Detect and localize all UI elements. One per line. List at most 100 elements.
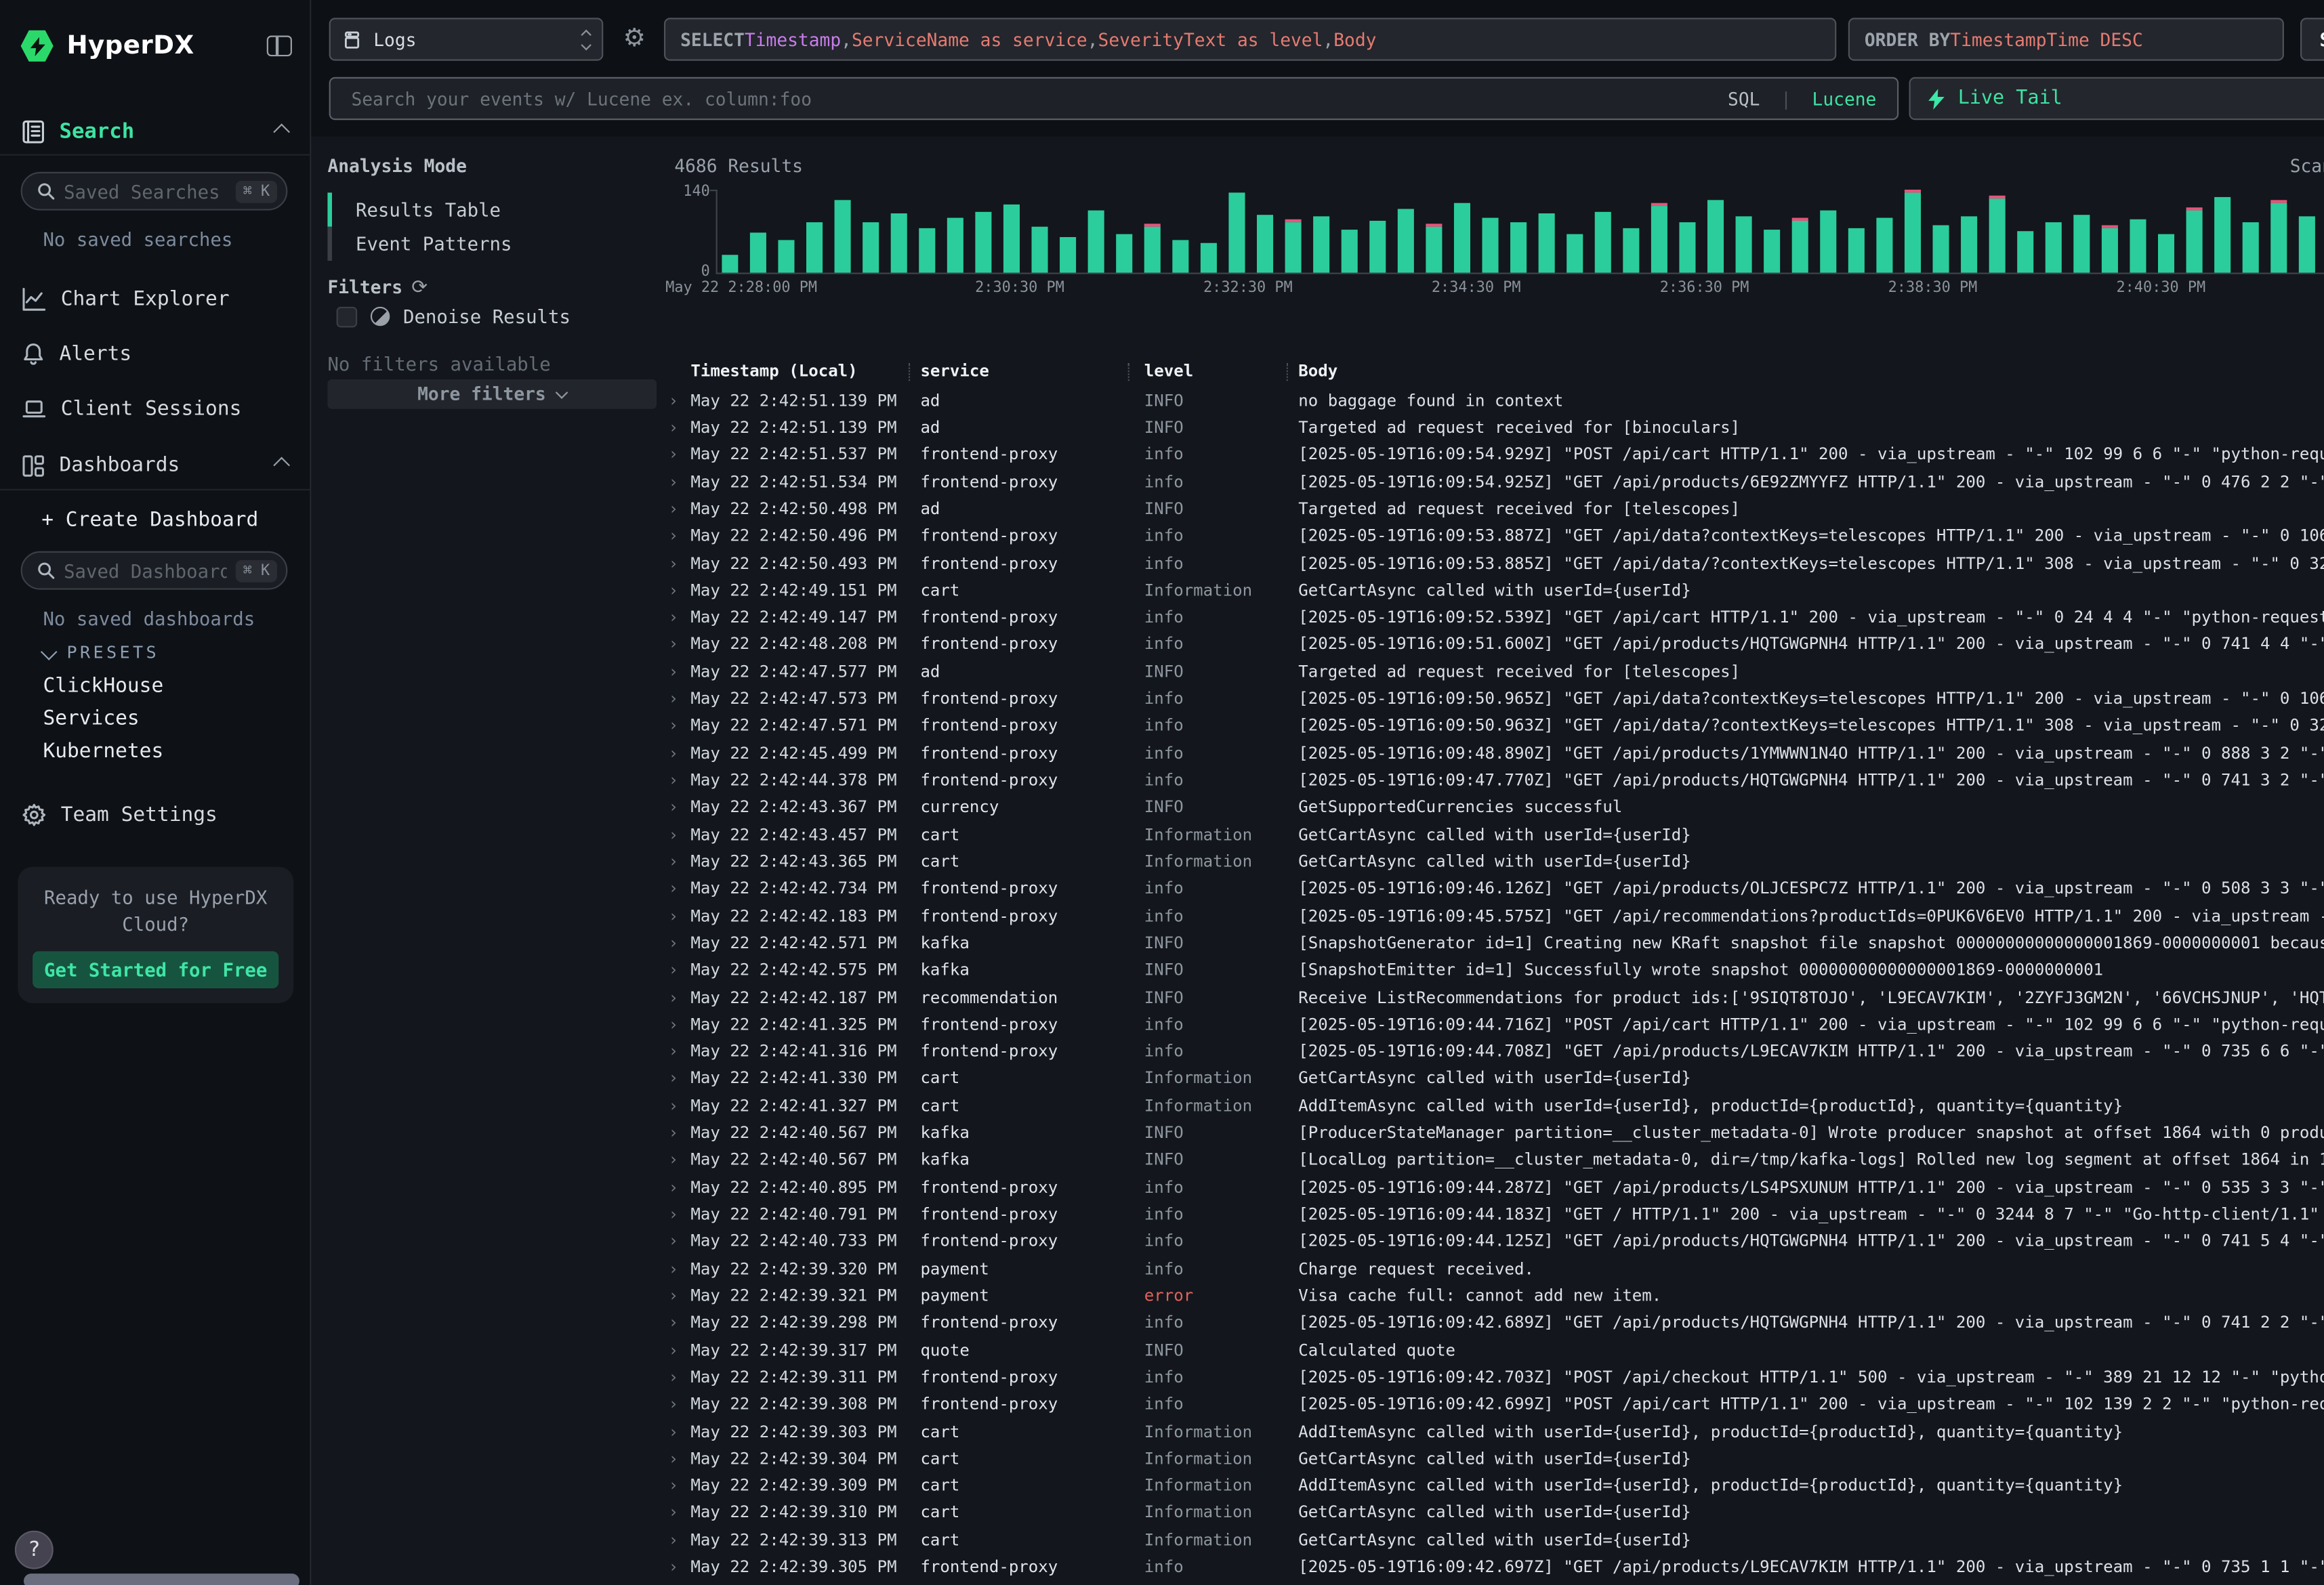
row-expand-chevron[interactable]: › <box>659 445 690 464</box>
histogram-bar[interactable] <box>1285 219 1301 273</box>
row-expand-chevron[interactable]: › <box>659 662 690 681</box>
more-filters-button[interactable]: More filters <box>327 379 657 409</box>
histogram-bar[interactable] <box>1313 216 1329 272</box>
log-row[interactable]: ›May 22 2:42:41.325 PMfrontend-proxyinfo… <box>659 1011 2324 1038</box>
histogram-bar[interactable] <box>1848 228 1864 273</box>
log-row[interactable]: ›May 22 2:42:39.304 PMcartInformationGet… <box>659 1445 2324 1472</box>
source-settings-gear-icon[interactable]: ⚙ <box>615 19 654 58</box>
denoise-results-option[interactable]: Denoise Results <box>337 305 570 328</box>
column-resize-handle[interactable] <box>1128 362 1144 380</box>
analysis-mode-option[interactable]: Event Patterns <box>327 227 642 261</box>
row-expand-chevron[interactable]: › <box>659 852 690 871</box>
row-expand-chevron[interactable]: › <box>659 1205 690 1224</box>
row-expand-chevron[interactable]: › <box>659 1476 690 1495</box>
row-expand-chevron[interactable]: › <box>659 1177 690 1196</box>
saved-searches-input[interactable]: Saved Searches ⌘ K <box>21 172 288 211</box>
histogram-bar[interactable] <box>1454 203 1470 273</box>
log-row[interactable]: ›May 22 2:42:40.791 PMfrontend-proxyinfo… <box>659 1201 2324 1228</box>
log-row[interactable]: ›May 22 2:42:49.147 PMfrontend-proxyinfo… <box>659 604 2324 631</box>
histogram-bar[interactable] <box>1679 222 1695 272</box>
histogram-bar[interactable] <box>722 255 737 272</box>
row-expand-chevron[interactable]: › <box>659 1259 690 1278</box>
log-row[interactable]: ›May 22 2:42:47.573 PMfrontend-proxyinfo… <box>659 685 2324 713</box>
histogram-bar[interactable] <box>1172 240 1188 272</box>
row-expand-chevron[interactable]: › <box>659 418 690 437</box>
row-expand-chevron[interactable]: › <box>659 553 690 572</box>
histogram-bar[interactable] <box>2270 200 2286 272</box>
log-row[interactable]: ›May 22 2:42:47.577 PMadINFOTargeted ad … <box>659 658 2324 685</box>
histogram-bar[interactable] <box>1228 192 1244 272</box>
row-expand-chevron[interactable]: › <box>659 960 690 979</box>
histogram-bar[interactable] <box>2158 234 2174 273</box>
log-row[interactable]: ›May 22 2:42:39.311 PMfrontend-proxyinfo… <box>659 1364 2324 1391</box>
log-row[interactable]: ›May 22 2:42:42.575 PMkafkaINFO[Snapshot… <box>659 956 2324 984</box>
histogram-bar[interactable] <box>2017 231 2033 272</box>
create-dashboard-button[interactable]: + Create Dashboard <box>41 508 258 532</box>
log-row[interactable]: ›May 22 2:42:39.320 PMpaymentinfoCharge … <box>659 1255 2324 1282</box>
histogram-bar[interactable] <box>2299 216 2315 272</box>
histogram-bar[interactable] <box>2130 219 2145 273</box>
row-expand-chevron[interactable]: › <box>659 1069 690 1088</box>
column-header[interactable]: Body <box>1298 362 2324 381</box>
histogram-bar[interactable] <box>806 222 822 272</box>
log-row[interactable]: ›May 22 2:42:44.378 PMfrontend-proxyinfo… <box>659 767 2324 794</box>
row-expand-chevron[interactable]: › <box>659 580 690 599</box>
histogram-bar[interactable] <box>1595 212 1611 273</box>
row-expand-chevron[interactable]: › <box>659 472 690 491</box>
log-row[interactable]: ›May 22 2:42:41.316 PMfrontend-proxyinfo… <box>659 1038 2324 1065</box>
column-resize-handle[interactable] <box>1287 362 1299 380</box>
row-expand-chevron[interactable]: › <box>659 1395 690 1414</box>
search-events-input[interactable]: Search your events w/ Lucene ex. column:… <box>329 77 1899 120</box>
histogram-bar[interactable] <box>2243 222 2258 272</box>
sidebar-item-client-sessions[interactable]: Client Sessions <box>0 388 310 429</box>
sidebar-section-search[interactable]: Search <box>0 111 310 152</box>
row-expand-chevron[interactable]: › <box>659 1313 690 1332</box>
row-expand-chevron[interactable]: › <box>659 1286 690 1305</box>
log-row[interactable]: ›May 22 2:42:39.305 PMfrontend-proxyinfo… <box>659 1553 2324 1580</box>
log-row[interactable]: ›May 22 2:42:50.493 PMfrontend-proxyinfo… <box>659 549 2324 576</box>
log-row[interactable]: ›May 22 2:42:41.327 PMcartInformationAdd… <box>659 1092 2324 1119</box>
log-row[interactable]: ›May 22 2:42:39.317 PMquoteINFOCalculate… <box>659 1336 2324 1364</box>
log-row[interactable]: ›May 22 2:42:40.567 PMkafkaINFO[LocalLog… <box>659 1147 2324 1174</box>
log-row[interactable]: ›May 22 2:42:39.303 PMcartInformationAdd… <box>659 1418 2324 1445</box>
histogram-bar[interactable] <box>863 222 878 272</box>
sidebar-item-chart-explorer[interactable]: Chart Explorer <box>0 278 310 320</box>
log-row[interactable]: ›May 22 2:42:50.498 PMadINFOTargeted ad … <box>659 495 2324 522</box>
column-header[interactable]: service <box>920 362 1119 381</box>
column-header[interactable]: level <box>1144 362 1278 381</box>
row-expand-chevron[interactable]: › <box>659 1340 690 1359</box>
log-row[interactable]: ›May 22 2:42:39.313 PMcartInformationGet… <box>659 1526 2324 1553</box>
row-expand-chevron[interactable]: › <box>659 798 690 817</box>
row-expand-chevron[interactable]: › <box>659 499 690 518</box>
histogram-bar[interactable] <box>1426 224 1441 272</box>
row-expand-chevron[interactable]: › <box>659 933 690 952</box>
row-expand-chevron[interactable]: › <box>659 988 690 1007</box>
sidebar-collapse-icon[interactable] <box>267 36 292 57</box>
histogram-bar[interactable] <box>1257 215 1272 272</box>
histogram-bar[interactable] <box>1623 228 1638 273</box>
row-expand-chevron[interactable]: › <box>659 635 690 654</box>
histogram-bar[interactable] <box>1707 200 1723 272</box>
log-row[interactable]: ›May 22 2:42:42.734 PMfrontend-proxyinfo… <box>659 875 2324 902</box>
histogram-bar[interactable] <box>1933 226 1949 273</box>
sidebar-item-team-settings[interactable]: Team Settings <box>0 795 310 836</box>
log-row[interactable]: ›May 22 2:42:50.496 PMfrontend-proxyinfo… <box>659 522 2324 549</box>
row-expand-chevron[interactable]: › <box>659 716 690 735</box>
row-expand-chevron[interactable]: › <box>659 526 690 545</box>
row-expand-chevron[interactable]: › <box>659 391 690 410</box>
get-started-button[interactable]: Get Started for Free <box>33 952 278 989</box>
row-expand-chevron[interactable]: › <box>659 1042 690 1061</box>
histogram-bar[interactable] <box>2186 207 2202 272</box>
row-expand-chevron[interactable]: › <box>659 744 690 763</box>
save-button[interactable]: Save <box>2300 18 2324 60</box>
row-expand-chevron[interactable]: › <box>659 879 690 898</box>
log-row[interactable]: ›May 22 2:42:39.309 PMcartInformationAdd… <box>659 1472 2324 1499</box>
preset-clickhouse[interactable]: ClickHouse <box>43 674 163 698</box>
histogram-bar[interactable] <box>1088 211 1104 273</box>
horizontal-scrollbar-thumb[interactable] <box>24 1573 299 1585</box>
row-expand-chevron[interactable]: › <box>659 1503 690 1522</box>
row-expand-chevron[interactable]: › <box>659 1232 690 1251</box>
histogram-bar[interactable] <box>750 232 766 272</box>
select-query-input[interactable]: SELECT Timestamp, ServiceName as service… <box>664 18 1836 60</box>
sidebar-item-alerts[interactable]: Alerts <box>0 333 310 375</box>
